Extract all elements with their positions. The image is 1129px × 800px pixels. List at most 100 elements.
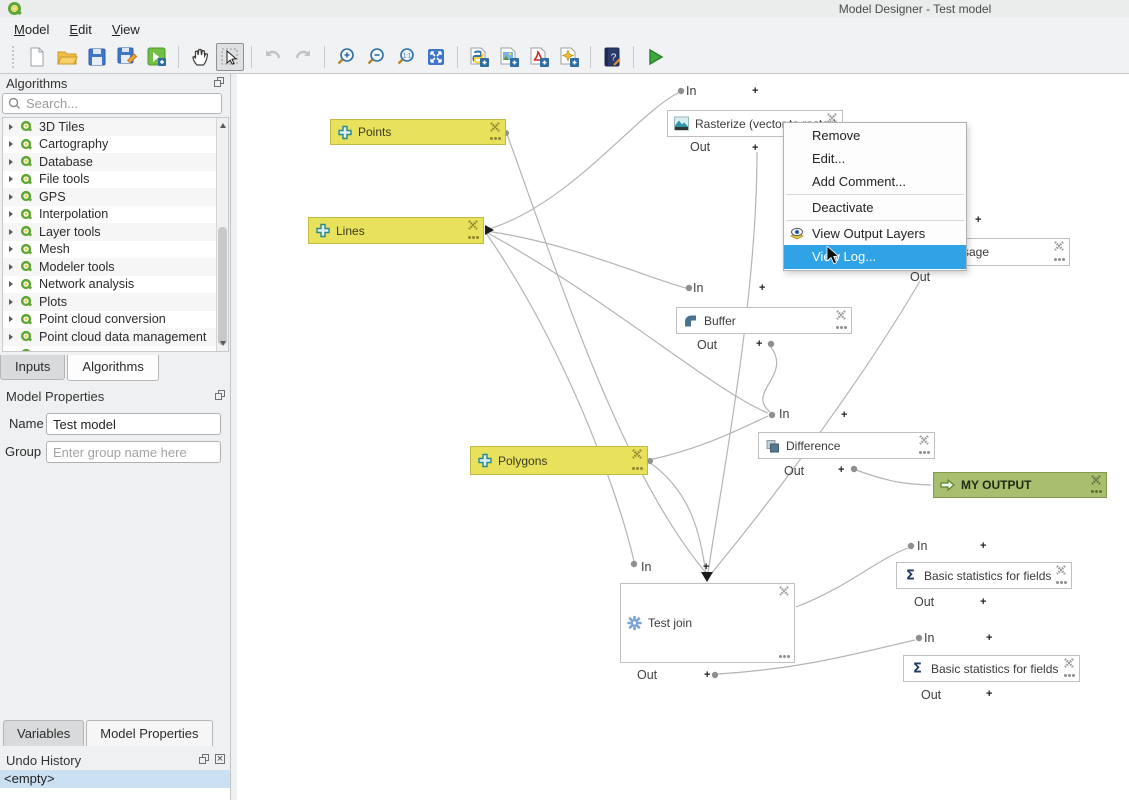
expand-arrow-icon[interactable] [9,176,13,182]
port-expand-plus[interactable]: + [756,338,762,350]
model-node-basic-stats-bottom[interactable]: Σ Basic statistics for fields [903,655,1080,682]
tree-item-network-analysis[interactable]: Network analysis [3,276,228,294]
port-expand-plus[interactable]: + [703,561,709,573]
export-as-image-button[interactable] [495,43,523,71]
zoom-out-button[interactable] [362,43,390,71]
export-as-python-button[interactable] [465,43,493,71]
tree-item-point-cloud-conversion[interactable]: Point cloud conversion [3,311,228,329]
context-menu-edit[interactable]: Edit... [784,147,966,170]
new-model-button[interactable] [23,43,51,71]
model-node-difference[interactable]: Difference [758,432,935,459]
port-expand-plus[interactable]: + [838,464,844,476]
tab-algorithms[interactable]: Algorithms [67,355,158,381]
pan-tool-button[interactable] [186,43,214,71]
tree-item-file-tools[interactable]: File tools [3,171,228,189]
node-options-dots[interactable] [1091,490,1094,493]
close-panel-icon[interactable]: × [215,754,225,764]
expand-arrow-icon[interactable] [9,211,13,217]
menu-view[interactable]: View [102,19,150,40]
context-menu-add-comment[interactable]: Add Comment... [784,170,966,193]
run-model-button[interactable] [641,43,669,71]
context-menu-view-output-layers[interactable]: View Output Layers [784,222,966,245]
model-node-polygons[interactable]: Polygons [470,446,648,475]
tree-item-gps[interactable]: GPS [3,188,228,206]
tree-item-3d-tiles[interactable]: 3D Tiles [3,118,228,136]
expand-arrow-icon[interactable] [9,316,13,322]
model-node-buffer[interactable]: Buffer [676,307,852,334]
expand-arrow-icon[interactable] [9,351,13,352]
expand-arrow-icon[interactable] [9,124,13,130]
remove-node-icon[interactable] [632,448,643,459]
export-as-pdf-button[interactable] [525,43,553,71]
port-expand-plus[interactable]: + [986,688,992,700]
remove-node-icon[interactable] [836,309,847,320]
node-options-dots[interactable] [632,467,635,470]
port-expand-plus[interactable]: + [752,85,758,97]
tab-variables[interactable]: Variables [3,720,84,746]
node-options-dots[interactable] [1056,581,1059,584]
save-model-button[interactable] [83,43,111,71]
tree-scrollbar[interactable] [216,118,228,351]
remove-node-icon[interactable] [1056,564,1067,575]
expand-arrow-icon[interactable] [9,141,13,147]
undo-history-entry[interactable]: <empty> [0,770,230,788]
tree-item-point-cloud-data-management[interactable]: Point cloud data management [3,328,228,346]
model-node-lines[interactable]: Lines [308,217,484,244]
tree-item-interpolation[interactable]: Interpolation [3,206,228,224]
open-model-button[interactable] [53,43,81,71]
zoom-actual-button[interactable]: 1:1 [392,43,420,71]
remove-node-icon[interactable] [1064,657,1075,668]
save-model-as-button[interactable] [113,43,141,71]
expand-arrow-icon[interactable] [9,299,13,305]
node-options-dots[interactable] [1064,674,1067,677]
port-expand-plus[interactable]: + [841,409,847,421]
remove-node-icon[interactable] [1091,474,1102,485]
expand-arrow-icon[interactable] [9,281,13,287]
remove-node-icon[interactable] [1054,240,1065,251]
remove-node-icon[interactable] [779,585,790,596]
tab-model-properties[interactable]: Model Properties [86,720,212,746]
tree-item-clipped[interactable] [3,346,228,353]
tree-item-modeler-tools[interactable]: Modeler tools [3,258,228,276]
expand-arrow-icon[interactable] [9,194,13,200]
expand-arrow-icon[interactable] [9,264,13,270]
algorithm-search-box[interactable] [2,93,222,114]
node-options-dots[interactable] [1054,258,1057,261]
node-options-dots[interactable] [836,326,839,329]
expand-arrow-icon[interactable] [9,159,13,165]
port-expand-plus[interactable]: + [980,596,986,608]
zoom-full-button[interactable] [422,43,450,71]
expand-arrow-icon[interactable] [9,334,13,340]
tree-item-database[interactable]: Database [3,153,228,171]
model-node-basic-stats-top[interactable]: Σ Basic statistics for fields [896,562,1072,589]
node-options-dots[interactable] [468,236,471,239]
zoom-in-button[interactable] [332,43,360,71]
scrollbar-thumb[interactable] [218,227,227,345]
select-move-tool-button[interactable] [216,43,244,71]
float-panel-icon[interactable] [215,390,225,400]
tree-item-layer-tools[interactable]: Layer tools [3,223,228,241]
scrollbar-up-arrow[interactable] [220,123,226,128]
export-as-svg-button[interactable] [555,43,583,71]
save-model-in-project-button[interactable] [143,43,171,71]
tree-item-cartography[interactable]: Cartography [3,136,228,154]
float-panel-icon[interactable] [214,77,224,87]
context-menu-remove[interactable]: Remove [784,124,966,147]
port-expand-plus[interactable]: + [986,632,992,644]
search-input[interactable] [26,96,206,111]
model-node-points[interactable]: Points [330,119,506,145]
port-expand-plus[interactable]: + [759,282,765,294]
model-node-my-output[interactable]: MY OUTPUT [933,472,1107,498]
node-options-dots[interactable] [919,451,922,454]
model-canvas[interactable] [231,74,1129,800]
tree-item-plots[interactable]: Plots [3,293,228,311]
remove-node-icon[interactable] [490,121,501,132]
model-name-input[interactable] [46,413,221,435]
model-node-test-join[interactable]: Test join [620,583,795,663]
port-expand-plus[interactable]: + [704,669,710,681]
scrollbar-down-arrow[interactable] [220,341,226,346]
context-menu-view-log[interactable]: View Log... [784,245,966,269]
node-options-dots[interactable] [779,655,782,658]
port-expand-plus[interactable]: + [975,214,981,226]
port-expand-plus[interactable]: + [752,142,758,154]
